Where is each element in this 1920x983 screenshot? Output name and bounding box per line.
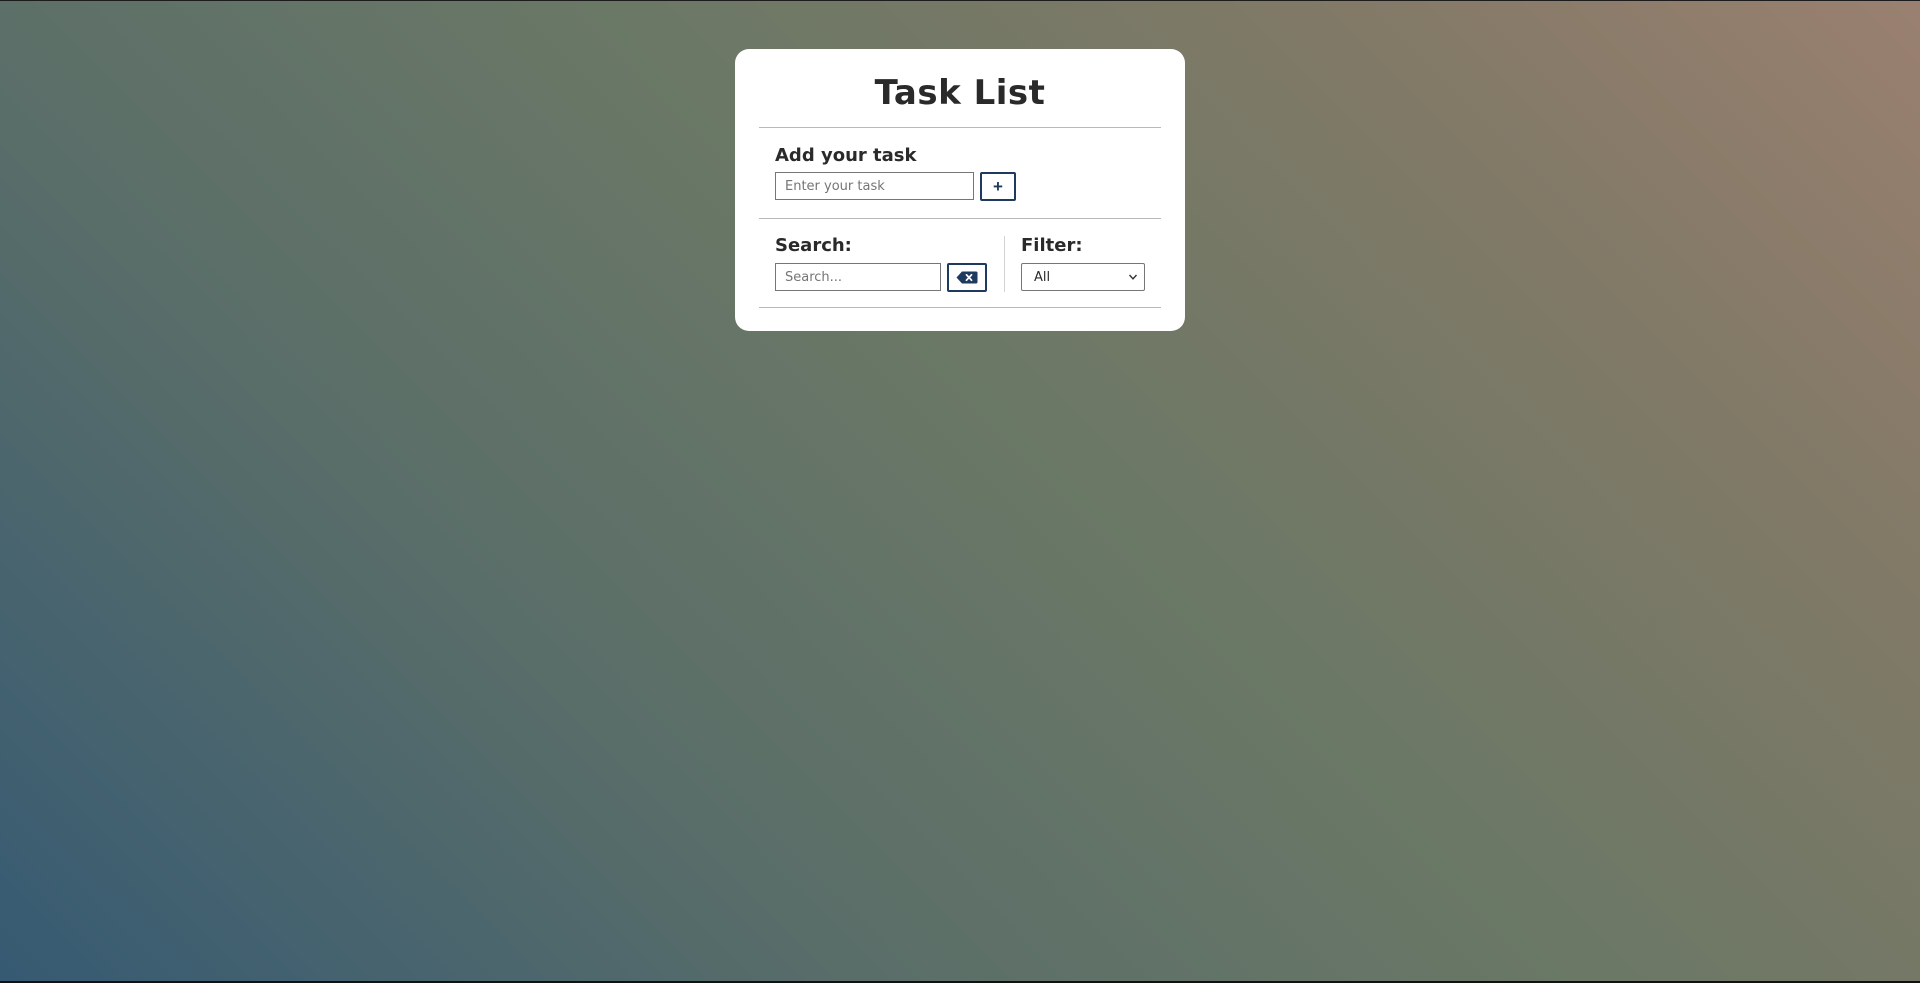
title-divider xyxy=(759,127,1161,128)
plus-icon: + xyxy=(993,177,1003,196)
search-filter-separator xyxy=(1004,236,1005,292)
chevron-down-icon xyxy=(1128,274,1138,280)
filter-label: Filter: xyxy=(1021,235,1083,256)
task-input[interactable] xyxy=(775,172,974,200)
bottom-divider xyxy=(759,307,1161,308)
clear-search-button[interactable] xyxy=(947,263,987,292)
backspace-icon xyxy=(956,271,978,284)
search-input[interactable] xyxy=(775,263,941,291)
add-task-label: Add your task xyxy=(775,145,917,166)
filter-selected-value: All xyxy=(1034,269,1051,285)
top-edge-line xyxy=(0,0,1920,1)
task-list-card: Task List Add your task + Search: Filter… xyxy=(735,49,1185,331)
add-section-divider xyxy=(759,218,1161,219)
page-title: Task List xyxy=(874,73,1046,113)
search-label: Search: xyxy=(775,235,852,256)
add-task-button[interactable]: + xyxy=(980,172,1016,201)
filter-select[interactable]: All xyxy=(1021,263,1145,291)
